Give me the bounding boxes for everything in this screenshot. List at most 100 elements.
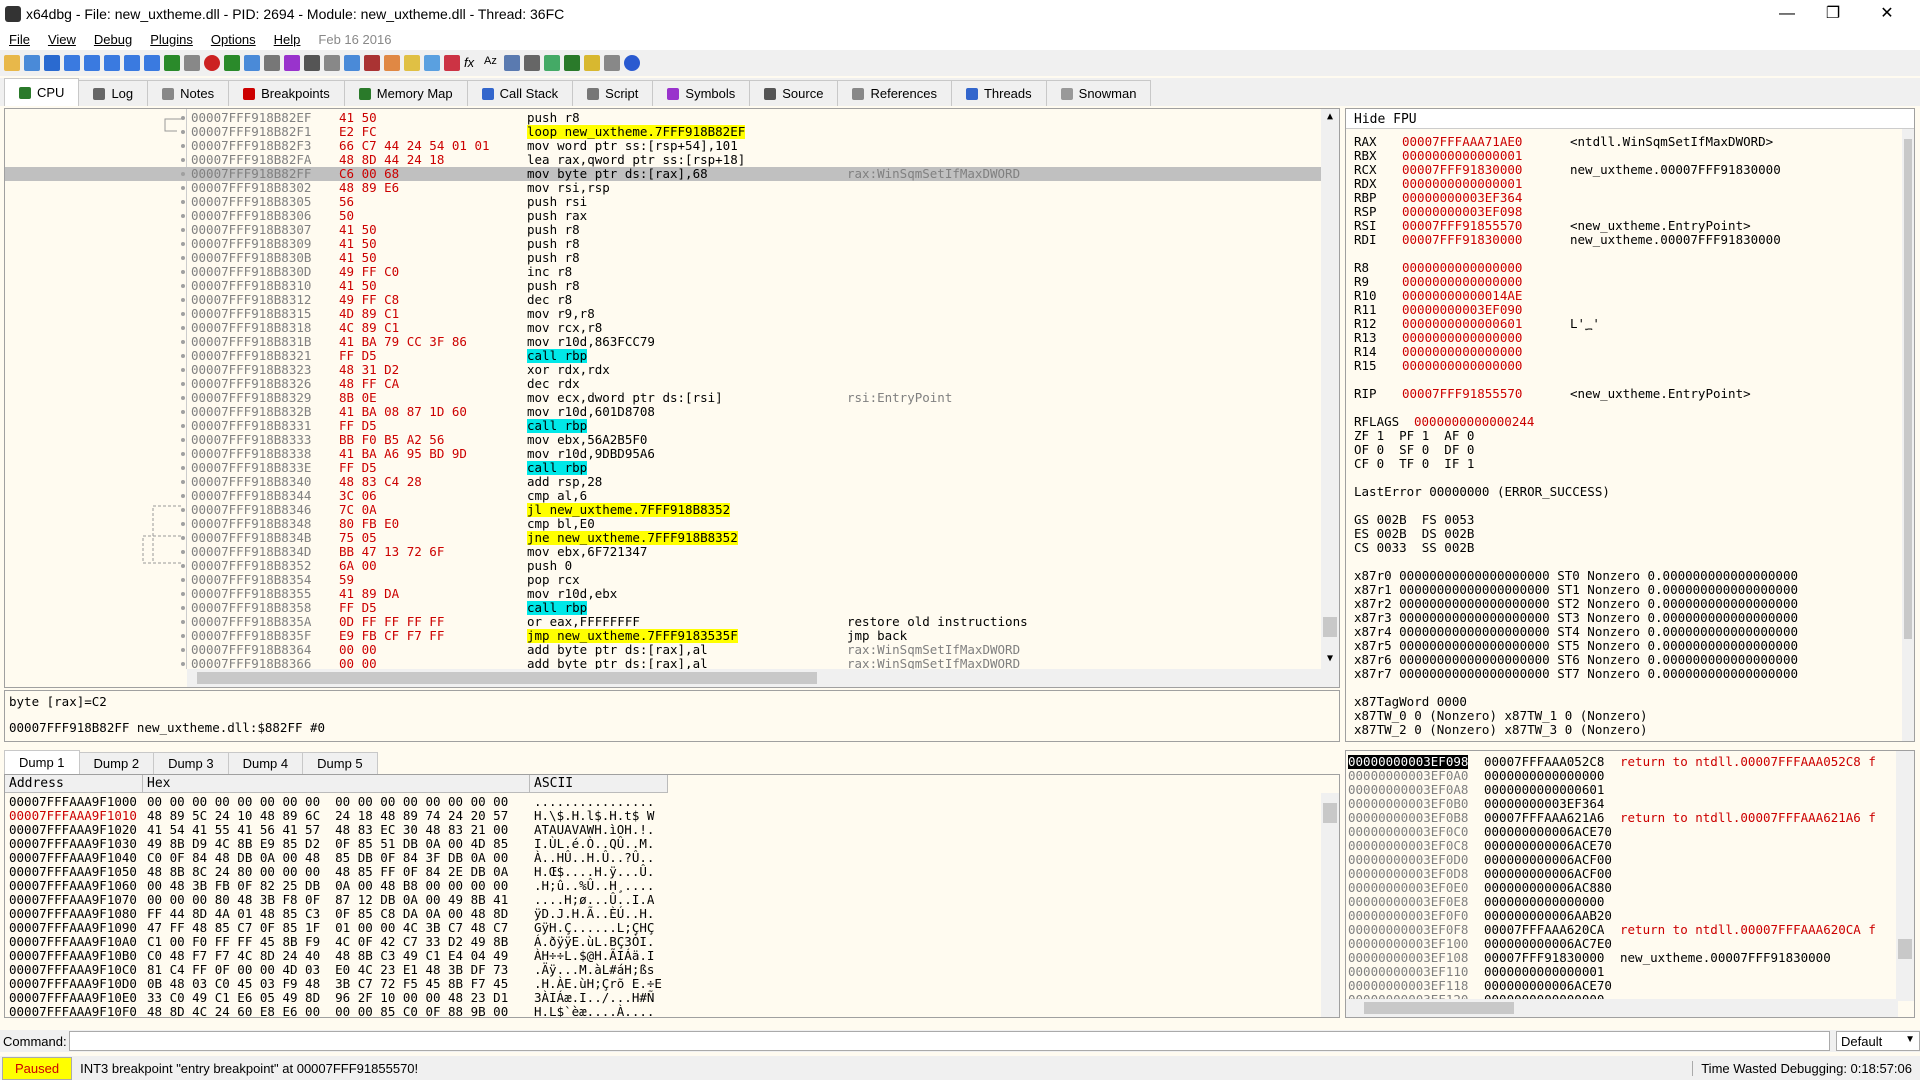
stack-row[interactable]: 00000000003EF100 000000000006AC7E0 — [1346, 937, 1898, 951]
breakpoint-dot[interactable] — [181, 284, 185, 288]
breakpoint-dot[interactable] — [181, 648, 185, 652]
dump-ascii[interactable]: ÿD.J.H.Ã..ÈÚ..H. — [534, 907, 654, 921]
register-value[interactable]: 0000000000000000 — [1402, 345, 1522, 359]
dump-row[interactable]: 00007FFFAAA9F10B0 C0 48 F7 F7 4C 8D 24 40… — [5, 949, 1321, 963]
menu-view[interactable]: View — [39, 32, 85, 47]
disasm-row[interactable]: 00007FFF918B8329 8B 0E mov ecx,dword ptr d… — [5, 391, 1321, 405]
stack-row[interactable]: 00000000003EF118 000000000006ACE70 — [1346, 979, 1898, 993]
dump-ascii[interactable]: ................ — [534, 795, 654, 809]
dump-hex[interactable]: 81 C4 FF 0F 00 00 4D 03 E0 4C 23 E1 48 3… — [147, 963, 508, 977]
disasm-row[interactable]: 00007FFF918B830D 49 FF C0 inc r8 — [5, 265, 1321, 279]
tab-script[interactable]: Script — [572, 80, 654, 106]
disasm-row[interactable]: 00007FFF918B8318 4C 89 C1 mov rcx,r8 — [5, 321, 1321, 335]
dump-header-ascii[interactable]: ASCII — [530, 775, 668, 793]
dump-ascii[interactable]: ÀH÷÷L.$@H.ÃIÁä.I — [534, 949, 654, 963]
breakpoint-dot[interactable] — [181, 592, 185, 596]
stack-row[interactable]: 00000000003EF110 0000000000000001 — [1346, 965, 1898, 979]
dump-header-hex[interactable]: Hex — [143, 775, 530, 793]
register-value[interactable]: 00000000003EF090 — [1402, 303, 1522, 317]
tab-notes[interactable]: Notes — [147, 80, 230, 106]
run-icon[interactable] — [64, 55, 80, 71]
breakpoint-dot[interactable] — [181, 368, 185, 372]
hscroll-thumb[interactable] — [197, 672, 817, 684]
breakpoint-dot[interactable] — [181, 298, 185, 302]
tab-references[interactable]: References — [837, 80, 952, 106]
dump-tab-1[interactable]: Dump 1 — [4, 750, 80, 774]
dump-row[interactable]: 00007FFFAAA9F1010 48 89 5C 24 10 48 89 6C… — [5, 809, 1321, 823]
tab-snowman[interactable]: Snowman — [1045, 80, 1152, 106]
register-value[interactable]: 00007FFFAAA71AE0 — [1402, 135, 1522, 149]
stack-view[interactable]: 00000000003EF098 00007FFFAAA052C8 return t… — [1345, 750, 1915, 1018]
scroll-up-icon[interactable]: ▲ — [1323, 111, 1337, 123]
disasm-row[interactable]: 00007FFF918B82F3 66 C7 44 24 54 01 01 mov … — [5, 139, 1321, 153]
about-icon[interactable] — [624, 55, 640, 71]
dump-hex[interactable]: 41 54 41 55 41 56 41 57 48 83 EC 30 48 8… — [147, 823, 508, 837]
cpu-icon[interactable] — [164, 55, 180, 71]
tab-source[interactable]: Source — [749, 80, 839, 106]
breakpoint-dot[interactable] — [181, 186, 185, 190]
disasm-row[interactable]: 00007FFF918B8346 7C 0A jl new_uxtheme.7FFF… — [5, 503, 1321, 517]
step-into-icon[interactable] — [104, 55, 120, 71]
fx-icon[interactable]: fx — [464, 55, 480, 71]
disasm-row[interactable]: 00007FFF918B835F E9 FB CF F7 FF jmp new_ux… — [5, 629, 1321, 643]
disasm-row[interactable]: 00007FFF918B8326 48 FF CA dec rdx — [5, 377, 1321, 391]
register-value[interactable]: 0000000000000001 — [1402, 177, 1522, 191]
disasm-row[interactable]: 00007FFF918B8305 56 push rsi — [5, 195, 1321, 209]
register-value[interactable]: 0000000000000000 — [1402, 261, 1522, 275]
threads-icon[interactable] — [344, 55, 360, 71]
command-type-select[interactable]: Default ▼ — [1836, 1031, 1920, 1051]
register-value[interactable]: 00000000003EF364 — [1402, 191, 1522, 205]
plugin-icon[interactable] — [544, 55, 560, 71]
log-icon[interactable] — [184, 55, 200, 71]
disasm-row[interactable]: 00007FFF918B8307 41 50 push r8 — [5, 223, 1321, 237]
breakpoint-dot[interactable] — [181, 214, 185, 218]
command-input[interactable] — [68, 1031, 1831, 1051]
disasm-row[interactable]: 00007FFF918B834B 75 05 jne new_uxtheme.7FF… — [5, 531, 1321, 545]
dump-row[interactable]: 00007FFFAAA9F1040 C0 0F 84 48 DB 0A 00 48… — [5, 851, 1321, 865]
breakpoint-dot[interactable] — [181, 410, 185, 414]
open-icon[interactable] — [4, 55, 20, 71]
disasm-row[interactable]: 00007FFF918B833E FF D5 call rbp — [5, 461, 1321, 475]
disasm-row[interactable]: 00007FFF918B8344 3C 06 cmp al,6 — [5, 489, 1321, 503]
breakpoint-dot[interactable] — [181, 424, 185, 428]
pause-icon[interactable] — [84, 55, 100, 71]
stack-row[interactable]: 00000000003EF0A8 0000000000000601 — [1346, 783, 1898, 797]
register-value[interactable]: 0000000000000000 — [1402, 359, 1522, 373]
restart-icon[interactable] — [24, 55, 40, 71]
breakpoint-dot[interactable] — [181, 620, 185, 624]
disasm-row[interactable]: 00007FFF918B8312 49 FF C8 dec r8 — [5, 293, 1321, 307]
breakpoint-dot[interactable] — [181, 522, 185, 526]
dump-row[interactable]: 00007FFFAAA9F10E0 33 C0 49 C1 E6 05 49 8D… — [5, 991, 1321, 1005]
scroll-thumb[interactable] — [1323, 617, 1337, 637]
dump-hex[interactable]: FF 44 8D 4A 01 48 85 C3 0F 85 C8 DA 0A 0… — [147, 907, 508, 921]
disasm-row[interactable]: 00007FFF918B8355 41 89 DA mov r10d,ebx — [5, 587, 1321, 601]
breakpoint-dot[interactable] — [181, 466, 185, 470]
breakpoint-dot[interactable] — [181, 228, 185, 232]
dump-hex[interactable]: 48 8B 8C 24 80 00 00 00 48 85 FF 0F 84 2… — [147, 865, 508, 879]
registers-view[interactable]: Hide FPU RAX 00007FFFAAA71AE0 <ntdll.WinSq… — [1345, 108, 1915, 742]
register-value[interactable]: 00007FFF91830000 — [1402, 233, 1522, 247]
breakpoint-icon[interactable] — [204, 55, 220, 71]
breakpoint-dot[interactable] — [181, 326, 185, 330]
disasm-row[interactable]: 00007FFF918B831B 41 BA 79 CC 3F 86 mov r10… — [5, 335, 1321, 349]
tab-call-stack[interactable]: Call Stack — [466, 80, 574, 106]
menu-options[interactable]: Options — [202, 32, 265, 47]
tab-memory-map[interactable]: Memory Map — [343, 80, 468, 106]
breakpoint-dot[interactable] — [181, 382, 185, 386]
disasm-row[interactable]: 00007FFF918B8333 BB F0 B5 A2 56 mov ebx,56… — [5, 433, 1321, 447]
dump-row[interactable]: 00007FFFAAA9F1020 41 54 41 55 41 56 41 57… — [5, 823, 1321, 837]
register-value[interactable]: 0000000000000000 — [1402, 275, 1522, 289]
breakpoint-dot[interactable] — [181, 452, 185, 456]
disasm-row[interactable]: 00007FFF918B8348 80 FB E0 cmp bl,E0 — [5, 517, 1321, 531]
dump-row[interactable]: 00007FFFAAA9F10A0 C1 00 F0 FF FF 45 8B F9… — [5, 935, 1321, 949]
stack-row[interactable]: 00000000003EF0F0 000000000006AAB20 — [1346, 909, 1898, 923]
register-value[interactable]: 0000000000000000 — [1402, 331, 1522, 345]
menu-help[interactable]: Help — [265, 32, 310, 47]
disasm-row[interactable]: 00007FFF918B8309 41 50 push r8 — [5, 237, 1321, 251]
stack-scroll-thumb[interactable] — [1898, 939, 1912, 959]
stack-row[interactable]: 00000000003EF098 00007FFFAAA052C8 return t… — [1346, 755, 1898, 769]
disasm-row[interactable]: 00007FFF918B8315 4D 89 C1 mov r9,r8 — [5, 307, 1321, 321]
register-value[interactable]: 0000000000000244 — [1414, 415, 1534, 429]
breakpoint-dot[interactable] — [181, 242, 185, 246]
stack-row[interactable]: 00000000003EF108 00007FFF91830000 new_uxth… — [1346, 951, 1898, 965]
